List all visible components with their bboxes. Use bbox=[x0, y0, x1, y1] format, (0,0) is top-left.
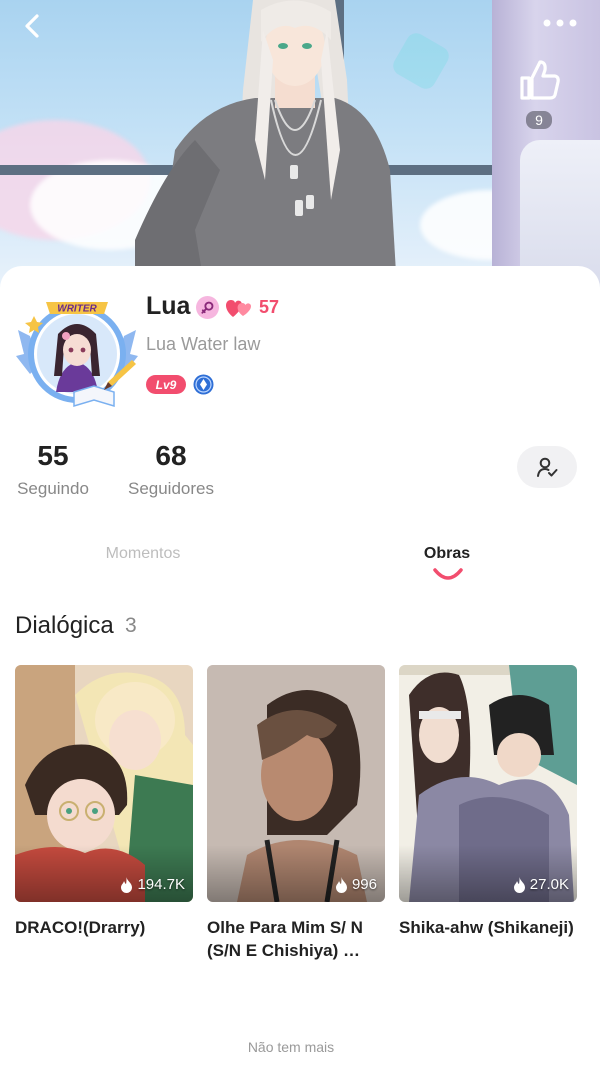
follow-status-button[interactable] bbox=[517, 446, 577, 488]
followers-count[interactable]: 68 bbox=[126, 440, 216, 472]
hearts-icon bbox=[226, 300, 251, 317]
tab-momentos[interactable]: Momentos bbox=[90, 545, 196, 563]
profile-handle: Lua Water law bbox=[146, 334, 261, 354]
book-card[interactable]: 27.0K Shika-ahw (Shikaneji) bbox=[399, 665, 577, 939]
banner-character-illustration bbox=[135, 0, 397, 290]
female-icon bbox=[196, 296, 219, 319]
view-count-value: 27.0K bbox=[529, 876, 569, 893]
heart-count: 57 bbox=[259, 297, 280, 317]
view-count: 194.7K bbox=[120, 876, 185, 893]
fire-icon bbox=[121, 876, 133, 893]
book-title[interactable]: Olhe Para Mim S/ N (S/N E Chishiya) … bbox=[207, 916, 385, 962]
chevron-left-icon bbox=[25, 14, 39, 38]
book-cover-illustration bbox=[399, 665, 577, 902]
tab-obras[interactable]: Obras bbox=[404, 545, 490, 563]
like-button[interactable]: 9 bbox=[513, 58, 565, 134]
user-check-icon bbox=[537, 457, 558, 477]
active-tab-indicator bbox=[433, 568, 463, 580]
avatar[interactable]: WRITER bbox=[16, 296, 138, 410]
avatar-frame-label: WRITER bbox=[57, 304, 97, 315]
back-button[interactable] bbox=[12, 6, 52, 46]
section-count: 3 bbox=[125, 614, 137, 637]
view-count-value: 194.7K bbox=[137, 876, 185, 893]
book-card[interactable]: 996 Olhe Para Mim S/ N (S/N E Chishiya) … bbox=[207, 665, 385, 962]
book-title[interactable]: DRACO!(Drarry) bbox=[15, 916, 193, 939]
section-title: Dialógica bbox=[15, 612, 114, 639]
book-cover[interactable]: 194.7K bbox=[15, 665, 193, 902]
book-title[interactable]: Shika-ahw (Shikaneji) bbox=[399, 916, 577, 939]
book-cover[interactable]: 27.0K bbox=[399, 665, 577, 902]
book-card[interactable]: 194.7K DRACO!(Drarry) bbox=[15, 665, 193, 939]
view-count: 27.0K bbox=[513, 876, 569, 893]
thumbs-up-icon bbox=[520, 60, 560, 100]
end-of-list-note: Não tem mais bbox=[247, 1039, 335, 1055]
fire-icon bbox=[513, 876, 525, 893]
book-cover-illustration bbox=[15, 665, 193, 902]
book-cover-illustration bbox=[207, 665, 385, 902]
profile-name: Lua bbox=[146, 292, 191, 320]
more-options-button[interactable] bbox=[538, 8, 582, 38]
like-count: 9 bbox=[526, 111, 552, 129]
followers-label[interactable]: Seguidores bbox=[120, 479, 222, 499]
fire-icon bbox=[335, 876, 347, 893]
more-horizontal-icon bbox=[543, 19, 577, 27]
following-label[interactable]: Seguindo bbox=[8, 479, 98, 499]
level-badge: Lv9 bbox=[146, 375, 186, 394]
profile-banner: 9 bbox=[0, 0, 600, 290]
avatar-frame: WRITER bbox=[16, 302, 138, 408]
book-cover[interactable]: 996 bbox=[207, 665, 385, 902]
following-count[interactable]: 55 bbox=[15, 440, 91, 472]
diamond-badge-icon bbox=[193, 374, 214, 395]
view-count: 996 bbox=[335, 876, 377, 893]
view-count-value: 996 bbox=[351, 876, 377, 893]
